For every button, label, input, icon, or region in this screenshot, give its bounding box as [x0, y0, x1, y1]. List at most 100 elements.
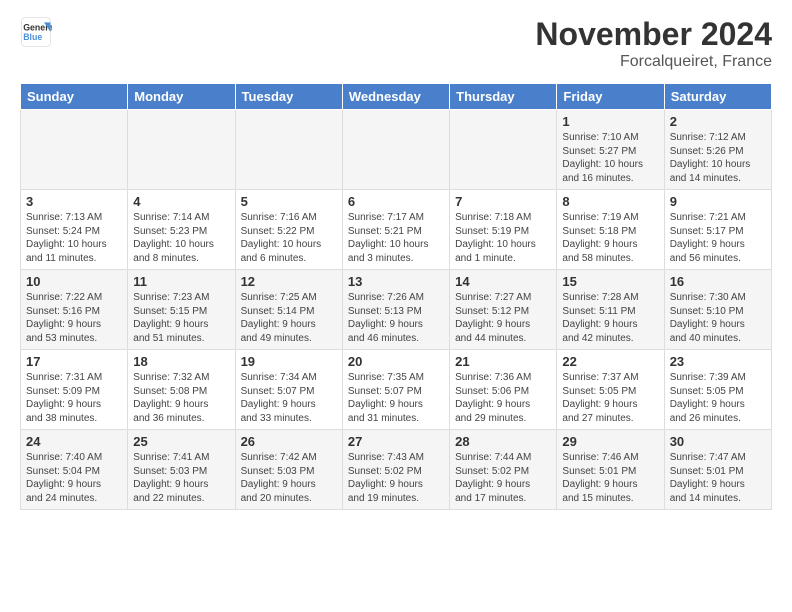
- col-sunday: Sunday: [21, 84, 128, 110]
- table-row: 18 Sunrise: 7:32 AM Sunset: 5:08 PM Dayli…: [128, 350, 235, 430]
- day-info: Sunrise: 7:30 AM Sunset: 5:10 PM Dayligh…: [670, 291, 766, 345]
- day-number: 19: [241, 354, 337, 369]
- table-row: 3Sunrise: 7:13 AM Sunset: 5:24 PM Daylig…: [21, 190, 128, 270]
- table-row: [235, 110, 342, 190]
- day-number: 5: [241, 194, 337, 209]
- table-row: 2 Sunrise: 7:12 AM Sunset: 5:26 PM Daylig…: [664, 110, 771, 190]
- day-info: Sunrise: 7:36 AM Sunset: 5:06 PM Dayligh…: [455, 371, 551, 425]
- day-info: Sunrise: 7:17 AM Sunset: 5:21 PM Dayligh…: [348, 211, 444, 265]
- day-info: Sunrise: 7:40 AM Sunset: 5:04 PM Dayligh…: [26, 451, 122, 505]
- day-info: Sunrise: 7:26 AM Sunset: 5:13 PM Dayligh…: [348, 291, 444, 345]
- day-number: 28: [455, 434, 551, 449]
- month-title: November 2024: [535, 16, 772, 53]
- table-row: 30 Sunrise: 7:47 AM Sunset: 5:01 PM Dayli…: [664, 430, 771, 510]
- col-saturday: Saturday: [664, 84, 771, 110]
- table-row: 11Sunrise: 7:23 AM Sunset: 5:15 PM Dayli…: [128, 270, 235, 350]
- day-number: 3: [26, 194, 122, 209]
- calendar-week-row: 17Sunrise: 7:31 AM Sunset: 5:09 PM Dayli…: [21, 350, 772, 430]
- day-info: Sunrise: 7:44 AM Sunset: 5:02 PM Dayligh…: [455, 451, 551, 505]
- table-row: 5Sunrise: 7:16 AM Sunset: 5:22 PM Daylig…: [235, 190, 342, 270]
- day-number: 12: [241, 274, 337, 289]
- table-row: 15Sunrise: 7:28 AM Sunset: 5:11 PM Dayli…: [557, 270, 664, 350]
- table-row: 23 Sunrise: 7:39 AM Sunset: 5:05 PM Dayli…: [664, 350, 771, 430]
- table-row: 22 Sunrise: 7:37 AM Sunset: 5:05 PM Dayli…: [557, 350, 664, 430]
- day-number: 17: [26, 354, 122, 369]
- table-row: [21, 110, 128, 190]
- table-row: 24 Sunrise: 7:40 AM Sunset: 5:04 PM Dayli…: [21, 430, 128, 510]
- table-row: 28 Sunrise: 7:44 AM Sunset: 5:02 PM Dayli…: [450, 430, 557, 510]
- day-number: 6: [348, 194, 444, 209]
- day-number: 27: [348, 434, 444, 449]
- day-info: Sunrise: 7:34 AM Sunset: 5:07 PM Dayligh…: [241, 371, 337, 425]
- calendar-header-row: Sunday Monday Tuesday Wednesday Thursday…: [21, 84, 772, 110]
- day-number: 23: [670, 354, 766, 369]
- day-number: 13: [348, 274, 444, 289]
- day-number: 26: [241, 434, 337, 449]
- table-row: [450, 110, 557, 190]
- day-info: Sunrise: 7:32 AM Sunset: 5:08 PM Dayligh…: [133, 371, 229, 425]
- col-monday: Monday: [128, 84, 235, 110]
- day-info: Sunrise: 7:47 AM Sunset: 5:01 PM Dayligh…: [670, 451, 766, 505]
- logo-icon: General Blue: [20, 16, 52, 48]
- day-info: Sunrise: 7:46 AM Sunset: 5:01 PM Dayligh…: [562, 451, 658, 505]
- table-row: 6 Sunrise: 7:17 AM Sunset: 5:21 PM Daylig…: [342, 190, 449, 270]
- table-row: 7Sunrise: 7:18 AM Sunset: 5:19 PM Daylig…: [450, 190, 557, 270]
- day-info: Sunrise: 7:22 AM Sunset: 5:16 PM Dayligh…: [26, 291, 122, 345]
- day-number: 10: [26, 274, 122, 289]
- day-info: Sunrise: 7:39 AM Sunset: 5:05 PM Dayligh…: [670, 371, 766, 425]
- day-number: 24: [26, 434, 122, 449]
- day-number: 20: [348, 354, 444, 369]
- day-info: Sunrise: 7:42 AM Sunset: 5:03 PM Dayligh…: [241, 451, 337, 505]
- table-row: 25 Sunrise: 7:41 AM Sunset: 5:03 PM Dayli…: [128, 430, 235, 510]
- day-info: Sunrise: 7:35 AM Sunset: 5:07 PM Dayligh…: [348, 371, 444, 425]
- day-number: 1: [562, 114, 658, 129]
- day-info: Sunrise: 7:10 AM Sunset: 5:27 PM Dayligh…: [562, 131, 658, 185]
- day-info: Sunrise: 7:21 AM Sunset: 5:17 PM Dayligh…: [670, 211, 766, 265]
- col-thursday: Thursday: [450, 84, 557, 110]
- day-info: Sunrise: 7:43 AM Sunset: 5:02 PM Dayligh…: [348, 451, 444, 505]
- day-info: Sunrise: 7:12 AM Sunset: 5:26 PM Dayligh…: [670, 131, 766, 185]
- day-info: Sunrise: 7:14 AM Sunset: 5:23 PM Dayligh…: [133, 211, 229, 265]
- table-row: 1 Sunrise: 7:10 AM Sunset: 5:27 PM Daylig…: [557, 110, 664, 190]
- col-tuesday: Tuesday: [235, 84, 342, 110]
- svg-text:Blue: Blue: [23, 32, 42, 42]
- location: Forcalqueiret, France: [535, 53, 772, 71]
- day-info: Sunrise: 7:28 AM Sunset: 5:11 PM Dayligh…: [562, 291, 658, 345]
- logo: General Blue: [20, 16, 52, 48]
- day-number: 11: [133, 274, 229, 289]
- table-row: [342, 110, 449, 190]
- day-number: 18: [133, 354, 229, 369]
- day-number: 25: [133, 434, 229, 449]
- table-row: 27 Sunrise: 7:43 AM Sunset: 5:02 PM Dayli…: [342, 430, 449, 510]
- calendar-body: 1 Sunrise: 7:10 AM Sunset: 5:27 PM Daylig…: [21, 110, 772, 510]
- day-number: 14: [455, 274, 551, 289]
- day-number: 22: [562, 354, 658, 369]
- table-row: 20 Sunrise: 7:35 AM Sunset: 5:07 PM Dayli…: [342, 350, 449, 430]
- day-number: 2: [670, 114, 766, 129]
- table-row: 10 Sunrise: 7:22 AM Sunset: 5:16 PM Dayli…: [21, 270, 128, 350]
- day-number: 21: [455, 354, 551, 369]
- day-number: 16: [670, 274, 766, 289]
- day-number: 8: [562, 194, 658, 209]
- calendar-week-row: 3Sunrise: 7:13 AM Sunset: 5:24 PM Daylig…: [21, 190, 772, 270]
- day-info: Sunrise: 7:37 AM Sunset: 5:05 PM Dayligh…: [562, 371, 658, 425]
- day-number: 9: [670, 194, 766, 209]
- day-info: Sunrise: 7:25 AM Sunset: 5:14 PM Dayligh…: [241, 291, 337, 345]
- table-row: 13 Sunrise: 7:26 AM Sunset: 5:13 PM Dayli…: [342, 270, 449, 350]
- day-info: Sunrise: 7:41 AM Sunset: 5:03 PM Dayligh…: [133, 451, 229, 505]
- table-row: 14Sunrise: 7:27 AM Sunset: 5:12 PM Dayli…: [450, 270, 557, 350]
- table-row: 17Sunrise: 7:31 AM Sunset: 5:09 PM Dayli…: [21, 350, 128, 430]
- table-row: 16 Sunrise: 7:30 AM Sunset: 5:10 PM Dayli…: [664, 270, 771, 350]
- day-number: 29: [562, 434, 658, 449]
- day-number: 7: [455, 194, 551, 209]
- table-row: 29 Sunrise: 7:46 AM Sunset: 5:01 PM Dayli…: [557, 430, 664, 510]
- calendar-week-row: 10 Sunrise: 7:22 AM Sunset: 5:16 PM Dayli…: [21, 270, 772, 350]
- table-row: 26 Sunrise: 7:42 AM Sunset: 5:03 PM Dayli…: [235, 430, 342, 510]
- calendar-week-row: 24 Sunrise: 7:40 AM Sunset: 5:04 PM Dayli…: [21, 430, 772, 510]
- day-number: 30: [670, 434, 766, 449]
- table-row: 19 Sunrise: 7:34 AM Sunset: 5:07 PM Dayli…: [235, 350, 342, 430]
- page-container: General Blue November 2024 Forcalqueiret…: [0, 0, 792, 520]
- day-info: Sunrise: 7:19 AM Sunset: 5:18 PM Dayligh…: [562, 211, 658, 265]
- table-row: [128, 110, 235, 190]
- calendar-week-row: 1 Sunrise: 7:10 AM Sunset: 5:27 PM Daylig…: [21, 110, 772, 190]
